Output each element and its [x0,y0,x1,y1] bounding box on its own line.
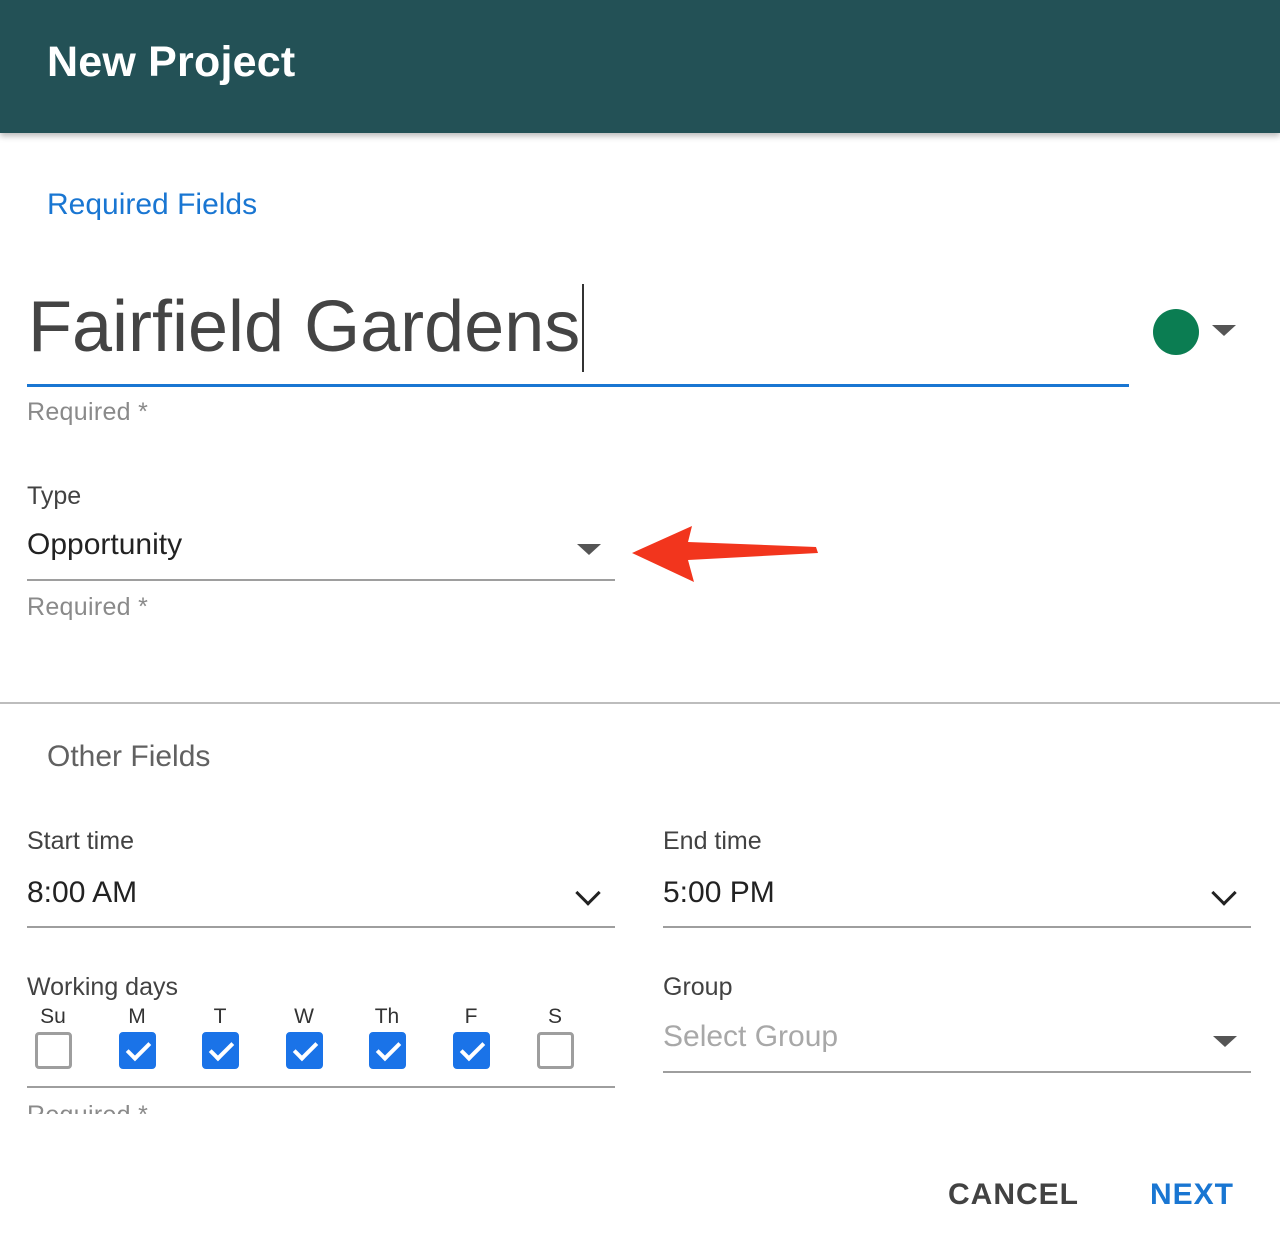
project-color-swatch[interactable] [1153,309,1199,355]
project-name-value: Fairfield Gardens [28,287,581,367]
start-time-value: 8:00 AM [27,876,138,909]
day-label: Th [374,1005,400,1028]
group-dropdown-caret-icon [1213,1036,1237,1047]
chevron-down-icon [1211,880,1237,906]
group-label: Group [663,973,733,1001]
dialog-title: New Project [47,38,296,86]
working-day-wednesday[interactable]: W [284,1004,324,1069]
working-day-tuesday[interactable]: T [200,1004,240,1069]
day-label: W [294,1005,314,1028]
day-checkbox[interactable] [452,1032,490,1069]
working-days-required-hint: Required * [27,1100,148,1114]
next-button[interactable]: NEXT [1150,1178,1234,1212]
start-time-label: Start time [27,827,134,855]
type-select-value: Opportunity [27,528,183,561]
day-checkbox[interactable] [201,1032,239,1069]
chevron-down-icon [575,880,601,906]
type-select[interactable]: Opportunity [27,526,615,581]
start-time-select[interactable]: 8:00 AM [27,874,615,928]
working-day-friday[interactable]: F [451,1004,491,1069]
end-time-select[interactable]: 5:00 PM [663,874,1251,928]
project-name-input[interactable]: Fairfield Gardens [27,280,1129,387]
day-label: S [547,1005,562,1028]
required-fields-heading: Required Fields [47,188,258,221]
day-label: T [213,1005,227,1028]
color-dropdown-caret-icon[interactable] [1212,325,1236,336]
working-day-saturday[interactable]: S [535,1004,575,1069]
working-day-monday[interactable]: M [117,1004,157,1069]
end-time-label: End time [663,827,762,855]
text-cursor [582,284,585,372]
group-select[interactable]: Select Group [663,1018,1251,1073]
project-name-required-hint: Required * [27,398,149,426]
section-divider [0,702,1280,704]
other-fields-heading: Other Fields [47,740,211,773]
type-label: Type [27,482,82,510]
day-label: M [128,1005,146,1028]
day-checkbox[interactable] [34,1032,72,1069]
annotation-arrow-icon [632,526,818,582]
cancel-button[interactable]: CANCEL [948,1178,1079,1212]
end-time-value: 5:00 PM [663,876,775,909]
day-checkbox[interactable] [118,1032,156,1069]
working-days-label: Working days [27,973,178,1001]
working-day-thursday[interactable]: Th [367,1004,407,1069]
day-checkbox[interactable] [536,1032,574,1069]
day-label: Su [40,1005,66,1028]
working-days-underline [27,1086,615,1088]
type-dropdown-caret-icon [577,544,601,555]
day-checkbox[interactable] [285,1032,323,1069]
day-label: F [464,1005,478,1028]
working-day-sunday[interactable]: Su [33,1004,73,1069]
dialog-header: New Project [0,0,1280,133]
type-required-hint: Required * [27,593,149,621]
day-checkbox[interactable] [368,1032,406,1069]
group-placeholder: Select Group [663,1020,839,1053]
